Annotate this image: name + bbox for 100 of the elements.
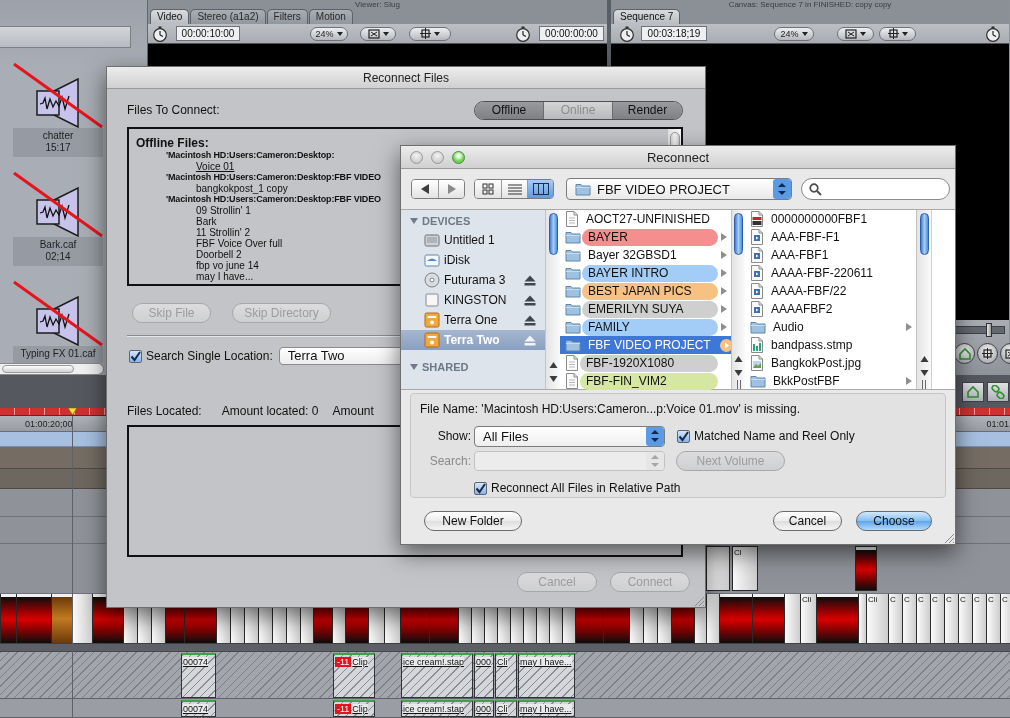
back-button[interactable] bbox=[412, 180, 438, 198]
timecode-field[interactable]: 00:00:10:00 bbox=[176, 26, 240, 41]
zoom-button[interactable] bbox=[452, 150, 465, 164]
file-row[interactable]: AAA-FBF1 bbox=[745, 246, 916, 264]
zoom-popup[interactable]: 24% bbox=[774, 26, 814, 41]
file-row[interactable]: AAAAFBF2 bbox=[745, 300, 916, 318]
external-drive-icon bbox=[424, 332, 440, 348]
folder-row[interactable]: BAYER bbox=[560, 228, 731, 246]
file-name[interactable]: 09 Strollin' 1 bbox=[196, 205, 251, 216]
tab[interactable]: Filters bbox=[266, 9, 308, 24]
file-name[interactable]: fbp vo june 14 bbox=[196, 260, 259, 271]
scrubber-thumb[interactable] bbox=[985, 323, 992, 337]
scrollbar[interactable] bbox=[545, 210, 560, 389]
folder-row[interactable]: FAMILY bbox=[560, 318, 731, 336]
tab[interactable]: Stereo (a1a2) bbox=[190, 9, 266, 24]
disclosure-arrow-icon bbox=[721, 233, 727, 241]
toggle-button[interactable] bbox=[987, 381, 1009, 402]
overlay-popup[interactable] bbox=[879, 26, 916, 41]
filter-segment[interactable]: Render bbox=[612, 101, 682, 119]
column-resize-icon[interactable] bbox=[735, 380, 742, 389]
view-popup[interactable] bbox=[360, 26, 396, 41]
timecode-field[interactable]: 00:00:00:00 bbox=[539, 26, 604, 41]
file-name[interactable]: Doorbell 2 bbox=[196, 249, 242, 260]
zoom-popup[interactable]: 24% bbox=[310, 26, 348, 41]
file-row[interactable]: FBF-FIN_VIM2 bbox=[560, 372, 731, 390]
sidebar-item[interactable]: Terra One bbox=[401, 310, 545, 330]
scrollbar[interactable] bbox=[0, 363, 104, 375]
clock-icon[interactable] bbox=[515, 25, 531, 42]
scroll-thumb[interactable] bbox=[2, 365, 74, 373]
disclosure-triangle-icon[interactable] bbox=[410, 363, 418, 371]
checkbox[interactable] bbox=[129, 349, 142, 363]
speaker-icon[interactable] bbox=[36, 187, 80, 237]
dialog-button[interactable]: New Folder bbox=[424, 511, 522, 531]
folder-row[interactable]: EMERILYN SUYA bbox=[560, 300, 731, 318]
view-popup[interactable] bbox=[837, 26, 874, 41]
sidebar-item[interactable]: iDisk bbox=[401, 250, 545, 270]
scroll-thumb[interactable] bbox=[919, 213, 929, 255]
sidebar-item[interactable]: Untitled 1 bbox=[401, 230, 545, 250]
tab[interactable]: Motion bbox=[308, 9, 353, 24]
file-name[interactable]: FBF Voice Over full bbox=[196, 238, 283, 249]
clock-icon[interactable] bbox=[152, 25, 168, 42]
tab[interactable]: Video bbox=[150, 9, 190, 24]
sidebar-item[interactable]: Futurama 3 bbox=[401, 270, 545, 290]
eject-icon[interactable] bbox=[524, 274, 536, 286]
eject-icon[interactable] bbox=[524, 294, 536, 306]
file-row[interactable]: bandpass.stmp bbox=[745, 336, 916, 354]
timecode-field[interactable]: 00:03:18;19 bbox=[641, 26, 707, 41]
folder-row[interactable]: BAYER INTRO bbox=[560, 264, 731, 282]
speaker-icon[interactable] bbox=[36, 296, 80, 346]
scrollbar[interactable] bbox=[916, 210, 931, 389]
color-label: FBF-1920X1080 bbox=[580, 354, 718, 372]
overlay-popup[interactable] bbox=[409, 26, 451, 41]
folder-row[interactable]: Bayer 32GBSD1 bbox=[560, 246, 731, 264]
scroll-thumb[interactable] bbox=[734, 213, 743, 255]
file-row[interactable]: FBF-1920X1080 bbox=[560, 354, 731, 372]
file-row[interactable]: AAAA-FBF/22 bbox=[745, 282, 916, 300]
eject-icon[interactable] bbox=[524, 314, 536, 326]
checkmark-icon bbox=[475, 482, 486, 494]
speaker-icon[interactable] bbox=[36, 78, 80, 128]
disclosure-triangle-icon[interactable] bbox=[410, 217, 418, 225]
file-row[interactable]: AAAA-FBF-220611 bbox=[745, 264, 916, 282]
tab[interactable]: Sequence 7 bbox=[613, 9, 681, 24]
sidebar-item[interactable]: KINGSTON bbox=[401, 290, 545, 310]
resize-grip-icon[interactable] bbox=[692, 594, 705, 607]
clock-icon[interactable] bbox=[619, 25, 635, 42]
search-field[interactable] bbox=[801, 178, 950, 200]
video-clip bbox=[51, 594, 72, 643]
dialog-button[interactable]: Cancel bbox=[773, 511, 842, 531]
movie-file-icon bbox=[750, 265, 764, 281]
clock-icon[interactable] bbox=[985, 25, 1001, 42]
checkbox[interactable] bbox=[474, 481, 487, 495]
folder-row[interactable]: BkkPostFBF bbox=[745, 372, 916, 390]
checkbox[interactable] bbox=[677, 429, 690, 443]
file-name[interactable]: bangkokpost_1 copy bbox=[196, 183, 288, 194]
show-popup[interactable]: All Files bbox=[474, 425, 665, 447]
default-button[interactable]: Choose bbox=[856, 511, 932, 531]
folder-row[interactable]: Audio bbox=[745, 318, 916, 336]
file-row[interactable]: BangkokPost.jpg bbox=[745, 354, 916, 372]
file-name[interactable]: may I have... bbox=[196, 271, 254, 282]
location-popup[interactable]: FBF VIDEO PROJECT bbox=[566, 178, 792, 200]
round-button[interactable] bbox=[977, 343, 998, 364]
round-button[interactable] bbox=[954, 343, 975, 364]
file-row[interactable]: AOCT27-UNFINISHED bbox=[560, 210, 731, 228]
scroll-thumb[interactable] bbox=[548, 213, 558, 255]
file-name[interactable]: Bark bbox=[196, 216, 217, 227]
movie-file-icon bbox=[750, 247, 764, 263]
column-resize-icon[interactable] bbox=[921, 380, 927, 389]
file-name[interactable]: 11 Strollin' 2 bbox=[196, 227, 250, 238]
resize-grip-icon[interactable] bbox=[942, 531, 955, 544]
folder-row[interactable]: FBF VIDEO PROJECT bbox=[560, 336, 731, 354]
view-mode-button[interactable] bbox=[527, 180, 553, 198]
filter-segment[interactable]: Offline bbox=[475, 101, 543, 119]
file-row[interactable]: AAA-FBF-F1 bbox=[745, 228, 916, 246]
view-mode-button[interactable] bbox=[475, 180, 501, 198]
file-row[interactable]: 0000000000FBF1 bbox=[745, 210, 916, 228]
video-clip: C bbox=[930, 594, 944, 643]
toggle-button[interactable] bbox=[962, 381, 984, 402]
folder-row[interactable]: BEST JAPAN PICS bbox=[560, 282, 731, 300]
scrollbar[interactable] bbox=[731, 210, 745, 389]
file-name[interactable]: Voice 01 bbox=[196, 161, 235, 172]
